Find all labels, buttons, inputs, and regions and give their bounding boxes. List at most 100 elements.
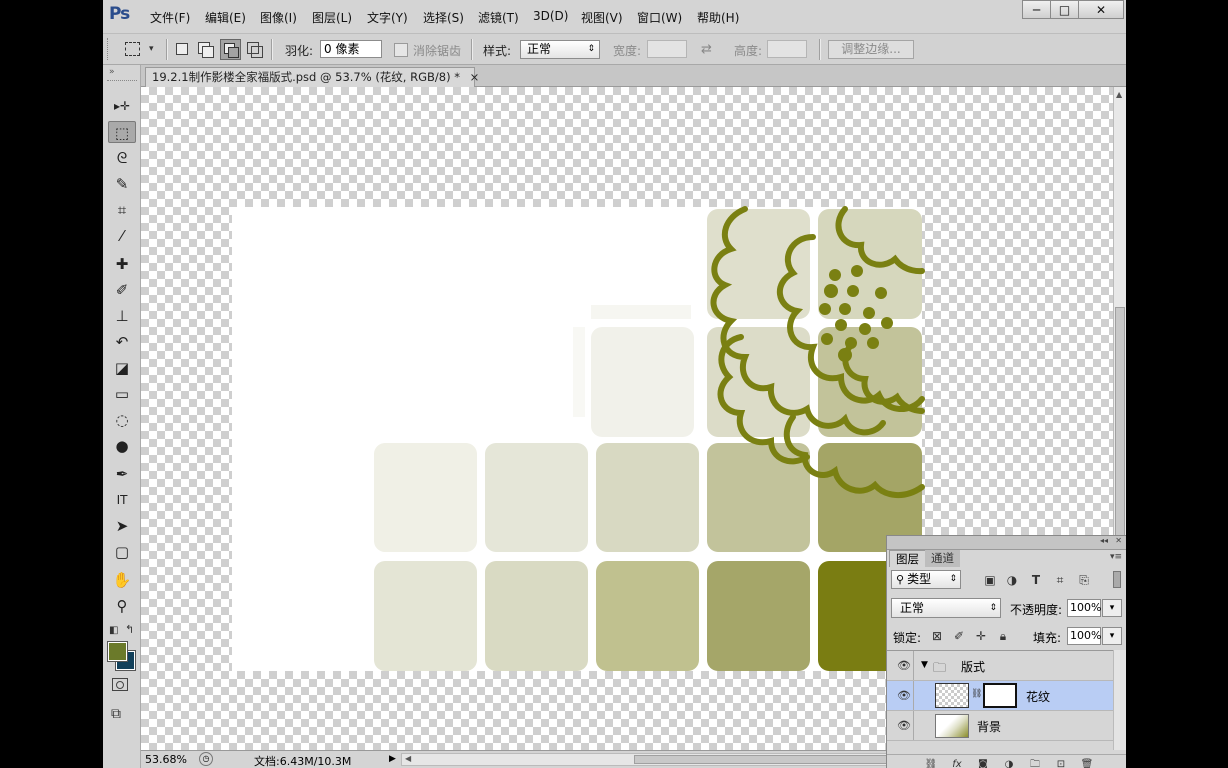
path-selection-tool-icon[interactable]: ➤ [108,515,136,537]
menu-help[interactable]: 帮助(H) [697,9,739,26]
document-tab[interactable]: 19.2.1制作影楼全家福版式.psd @ 53.7% (花纹, RGB/8) … [145,67,479,87]
maximize-button[interactable]: □ [1050,0,1079,19]
layer-thumbnail[interactable] [935,683,969,708]
scrollbar-thumb[interactable] [1115,307,1125,537]
move-tool-icon[interactable]: ▸✛ [108,95,136,117]
layer-style-icon[interactable]: fx [949,757,965,768]
lock-pixels-icon[interactable]: ✐ [951,628,967,644]
visibility-eye-icon[interactable]: 👁︎ [897,659,911,672]
screen-mode-icon[interactable]: ⧉ [111,706,121,722]
new-group-icon[interactable]: 🗀︎ [1027,757,1043,768]
tab-layers[interactable]: 图层 [889,550,926,567]
layer-row-background[interactable]: 👁︎ 背景 [887,711,1113,741]
swap-colors-icon[interactable]: ↰ [125,623,134,636]
brush-tool-icon[interactable]: ✐ [108,279,136,301]
blur-tool-icon[interactable]: ◌ [108,409,136,431]
dodge-tool-icon[interactable]: ● [108,435,136,457]
layer-list-scrollbar[interactable] [1113,650,1126,750]
menu-file[interactable]: 文件(F) [150,9,190,26]
healing-brush-tool-icon[interactable]: ✚ [108,253,136,275]
lock-position-icon[interactable]: ✛ [973,628,989,644]
style-select[interactable]: 正常 ⇕ [520,40,600,59]
pen-tool-icon[interactable]: ✒ [108,463,136,485]
hand-tool-icon[interactable]: ✋ [108,569,136,591]
fill-dropdown-icon[interactable]: ▾ [1102,627,1122,645]
marquee-tool-icon[interactable]: ⬚ [108,121,136,143]
status-menu-arrow-icon[interactable]: ▶ [389,754,396,764]
hscroll-thumb[interactable] [634,755,894,764]
menu-window[interactable]: 窗口(W) [637,9,682,26]
filter-shape-icon[interactable]: ⌗ [1052,572,1068,588]
close-button[interactable]: ✕ [1078,0,1124,19]
default-colors-icon[interactable]: ◧ [109,625,118,636]
visibility-eye-icon[interactable]: 👁︎ [897,689,911,702]
add-mask-icon[interactable]: ◙ [975,757,991,768]
new-layer-icon[interactable]: ⊡ [1053,757,1069,768]
layer-thumbnail[interactable] [935,714,969,738]
delete-layer-icon[interactable]: 🗑︎ [1079,757,1095,768]
filter-smart-object-icon[interactable]: ⎘ [1076,572,1092,588]
foreground-color-swatch[interactable] [107,641,128,662]
expand-arrow-icon[interactable]: ▼ [921,660,928,670]
antialias-checkbox[interactable] [394,43,408,57]
collapse-toolbar-icon[interactable]: » [109,67,115,77]
shape-tool-icon[interactable]: ▢ [108,541,136,563]
panel-menu-icon[interactable]: ▾≡ [1110,552,1122,562]
menu-edit[interactable]: 编辑(E) [205,9,246,26]
link-layers-icon[interactable]: ⛓︎ [923,757,939,768]
status-info-icon[interactable]: ◷ [199,752,213,766]
clone-stamp-tool-icon[interactable]: ⊥ [108,305,136,327]
horizontal-scrollbar[interactable]: ◀ [401,753,921,766]
zoom-level[interactable]: 53.68% [145,753,187,766]
preset-dropdown-arrow-icon[interactable]: ▾ [149,44,154,54]
opacity-input[interactable]: 100% [1067,599,1101,617]
adjustment-layer-icon[interactable]: ◑ [1001,757,1017,768]
fill-input[interactable]: 100% [1067,627,1101,645]
menu-image[interactable]: 图像(I) [260,9,297,26]
type-tool-icon[interactable]: IT [108,489,136,511]
menu-type[interactable]: 文字(Y) [367,9,408,26]
eraser-tool-icon[interactable]: ◪ [108,357,136,379]
opacity-dropdown-icon[interactable]: ▾ [1102,599,1122,617]
lock-all-icon[interactable]: 🔒︎ [995,628,1011,644]
quick-selection-tool-icon[interactable]: ✎ [108,173,136,195]
eyedropper-tool-icon[interactable]: ⁄ [108,225,136,247]
menu-filter[interactable]: 滤镜(T) [478,9,519,26]
close-panel-icon[interactable]: ✕ [1115,536,1122,545]
layer-filter-select[interactable]: ⚲ 类型 ⇕ [891,570,961,589]
layer-row-group[interactable]: 👁︎ ▼ 🗀︎ 版式 [887,651,1113,681]
layer-row-selected[interactable]: 👁︎ ⛓︎ 花纹 [887,681,1113,711]
zoom-tool-icon[interactable]: ⚲ [108,595,136,617]
filter-pixel-icon[interactable]: ▣ [982,572,998,588]
minimize-button[interactable]: ─ [1022,0,1051,19]
intersect-selection-icon[interactable] [247,42,263,58]
menu-layer[interactable]: 图层(L) [312,9,352,26]
menu-3d[interactable]: 3D(D) [533,9,568,23]
subtract-from-selection-icon[interactable] [220,39,241,60]
menu-select[interactable]: 选择(S) [423,9,464,26]
scroll-up-icon[interactable]: ▲ [1116,90,1122,99]
refine-edge-button[interactable]: 调整边缘... [828,40,914,59]
scroll-left-icon[interactable]: ◀ [405,754,411,763]
rect-marquee-preset-icon[interactable] [125,42,140,56]
feather-input[interactable]: 0 像素 [320,40,382,58]
crop-tool-icon[interactable]: ⌗ [108,199,136,221]
tab-channels[interactable]: 通道 [925,550,960,567]
visibility-eye-icon[interactable]: 👁︎ [897,719,911,732]
filter-toggle-switch[interactable] [1113,571,1121,588]
close-document-icon[interactable]: × [470,70,480,84]
lasso-tool-icon[interactable]: ᘓ [108,147,136,169]
lock-transparency-icon[interactable]: ⊠ [929,628,945,644]
filter-adjustment-icon[interactable]: ◑ [1004,572,1020,588]
menu-view[interactable]: 视图(V) [581,9,623,26]
add-to-selection-icon[interactable] [198,42,214,58]
blend-mode-select[interactable]: 正常 ⇕ [891,598,1001,618]
history-brush-tool-icon[interactable]: ↶ [108,331,136,353]
mask-link-icon[interactable]: ⛓︎ [971,689,982,699]
quick-mask-icon[interactable] [112,678,128,691]
gradient-tool-icon[interactable]: ▭ [108,383,136,405]
filter-type-icon[interactable]: T [1028,572,1044,588]
layer-mask-thumbnail[interactable] [983,683,1017,708]
new-selection-icon[interactable] [176,43,188,55]
collapse-panel-icon[interactable]: ◂◂ [1100,536,1108,545]
